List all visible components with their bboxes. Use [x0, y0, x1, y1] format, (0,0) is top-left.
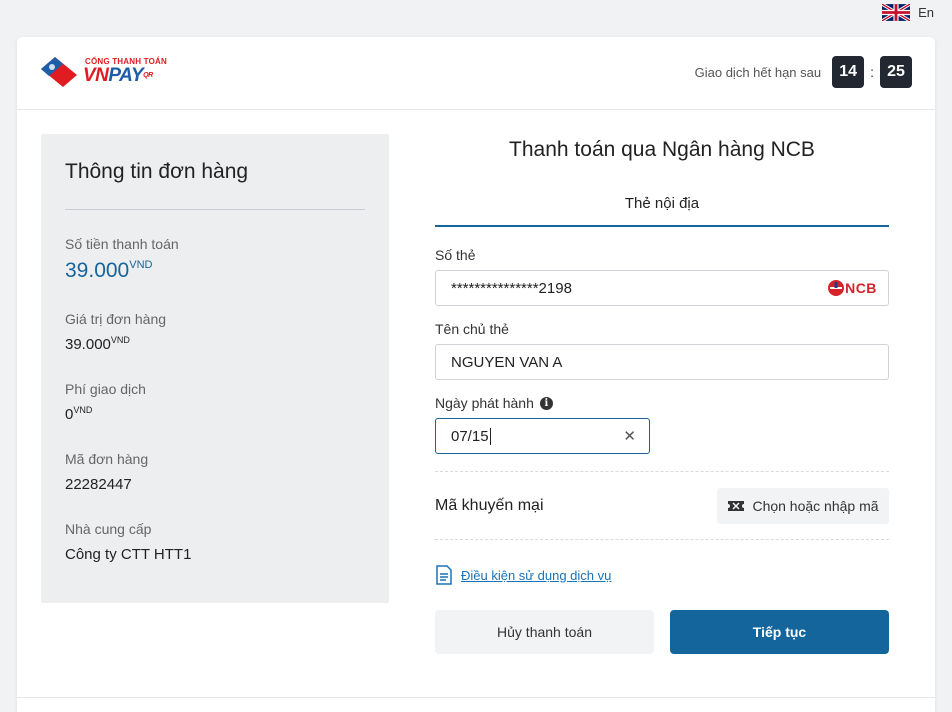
continue-button[interactable]: Tiếp tục	[670, 610, 889, 654]
terms-link[interactable]: Điều kiện sử dụng dịch vụ	[461, 568, 611, 583]
card-holder-label: Tên chủ thẻ	[435, 321, 509, 337]
fee-label: Phí giao dịch	[65, 381, 146, 397]
vnpay-logo: CỔNG THANH TOÁN VNPAYQR	[39, 55, 167, 89]
order-info-panel: Thông tin đơn hàng Số tiền thanh toán 39…	[41, 134, 389, 603]
action-buttons: Hủy thanh toán Tiếp tục	[435, 610, 889, 654]
card-holder-value: NGUYEN VAN A	[451, 353, 563, 371]
ncb-logo-icon	[828, 280, 845, 296]
timer-seconds: 25	[880, 56, 912, 88]
card-number-input[interactable]: ***************2198 NCB	[435, 270, 889, 306]
ncb-bank-logo: NCB	[818, 275, 886, 301]
logo-pay: PAY	[108, 65, 144, 86]
divider	[65, 209, 365, 210]
currency-unit: VND	[129, 259, 153, 271]
choose-promo-button[interactable]: Chọn hoặc nhập mã	[717, 487, 889, 524]
issue-date-value: 07/15	[451, 427, 489, 445]
order-id-section: Mã đơn hàng 22282447	[65, 451, 365, 493]
issue-date-label-row: Ngày phát hành i	[435, 395, 889, 411]
payment-form: Thanh toán qua Ngân hàng NCB Thẻ nội địa…	[435, 134, 889, 654]
order-id-label: Mã đơn hàng	[65, 451, 149, 467]
order-value: 39.000VND	[65, 335, 130, 353]
logo-qr: QR	[143, 72, 153, 79]
uk-flag-icon	[882, 4, 911, 21]
amount-label: Số tiền thanh toán	[65, 236, 179, 252]
issue-date-label: Ngày phát hành	[435, 395, 534, 411]
promo-section: Mã khuyến mại Chọn hoặc nhập mã	[435, 471, 889, 540]
provider-value: Công ty CTT HTT1	[65, 546, 192, 563]
amount-value: 39.000VND	[65, 259, 153, 282]
info-icon[interactable]: i	[539, 396, 553, 410]
language-label: En	[918, 5, 934, 20]
ncb-logo-text: NCB	[845, 280, 877, 296]
provider-section: Nhà cung cấp Công ty CTT HTT1	[65, 521, 365, 563]
currency-unit: VND	[73, 405, 93, 415]
tab-domestic-card[interactable]: Thẻ nội địa	[435, 189, 889, 227]
fee-value: 0VND	[65, 405, 93, 423]
ticket-icon	[728, 500, 745, 511]
header: CỔNG THANH TOÁN VNPAYQR Giao dịch hết hạ…	[17, 37, 935, 110]
timer-minutes: 14	[832, 56, 865, 88]
terms-link-row[interactable]: Điều kiện sử dụng dịch vụ	[435, 565, 889, 585]
timer-separator: :	[870, 64, 874, 80]
currency-unit: VND	[110, 335, 130, 345]
payment-title: Thanh toán qua Ngân hàng NCB	[509, 138, 815, 161]
footer-divider	[17, 697, 935, 698]
card-number-field: Số thẻ ***************2198 NCB	[435, 247, 889, 306]
vnpay-logo-icon	[41, 57, 77, 87]
order-id-value: 22282447	[65, 476, 132, 493]
timer-label: Giao dịch hết hạn sau	[694, 64, 822, 80]
language-switcher[interactable]: En	[882, 4, 934, 21]
promo-label: Mã khuyến mại	[435, 496, 544, 514]
choose-promo-label: Chọn hoặc nhập mã	[752, 497, 879, 514]
fee-section: Phí giao dịch 0VND	[65, 381, 365, 423]
card-number-value: ***************2198	[451, 279, 572, 297]
logo-vn: VN	[83, 65, 109, 86]
provider-label: Nhà cung cấp	[65, 521, 152, 537]
amount-section: Số tiền thanh toán 39.000VND	[65, 236, 365, 283]
cancel-payment-button[interactable]: Hủy thanh toán	[435, 610, 654, 654]
card-holder-input[interactable]: NGUYEN VAN A	[435, 344, 889, 380]
issue-date-input[interactable]: 07/15 ✕	[435, 418, 650, 454]
order-info-title: Thông tin đơn hàng	[65, 160, 249, 183]
clear-icon[interactable]: ✕	[623, 427, 636, 445]
order-value-label: Giá trị đơn hàng	[65, 311, 167, 327]
issue-date-field: Ngày phát hành i 07/15 ✕	[435, 395, 889, 454]
order-value-section: Giá trị đơn hàng 39.000VND	[65, 311, 365, 353]
text-cursor	[489, 427, 491, 445]
payment-card: CỔNG THANH TOÁN VNPAYQR Giao dịch hết hạ…	[17, 37, 935, 712]
card-number-label: Số thẻ	[435, 247, 476, 263]
document-icon	[436, 565, 452, 585]
expiry-timer: Giao dịch hết hạn sau 14 : 25	[695, 56, 912, 88]
card-holder-field: Tên chủ thẻ NGUYEN VAN A	[435, 321, 889, 380]
